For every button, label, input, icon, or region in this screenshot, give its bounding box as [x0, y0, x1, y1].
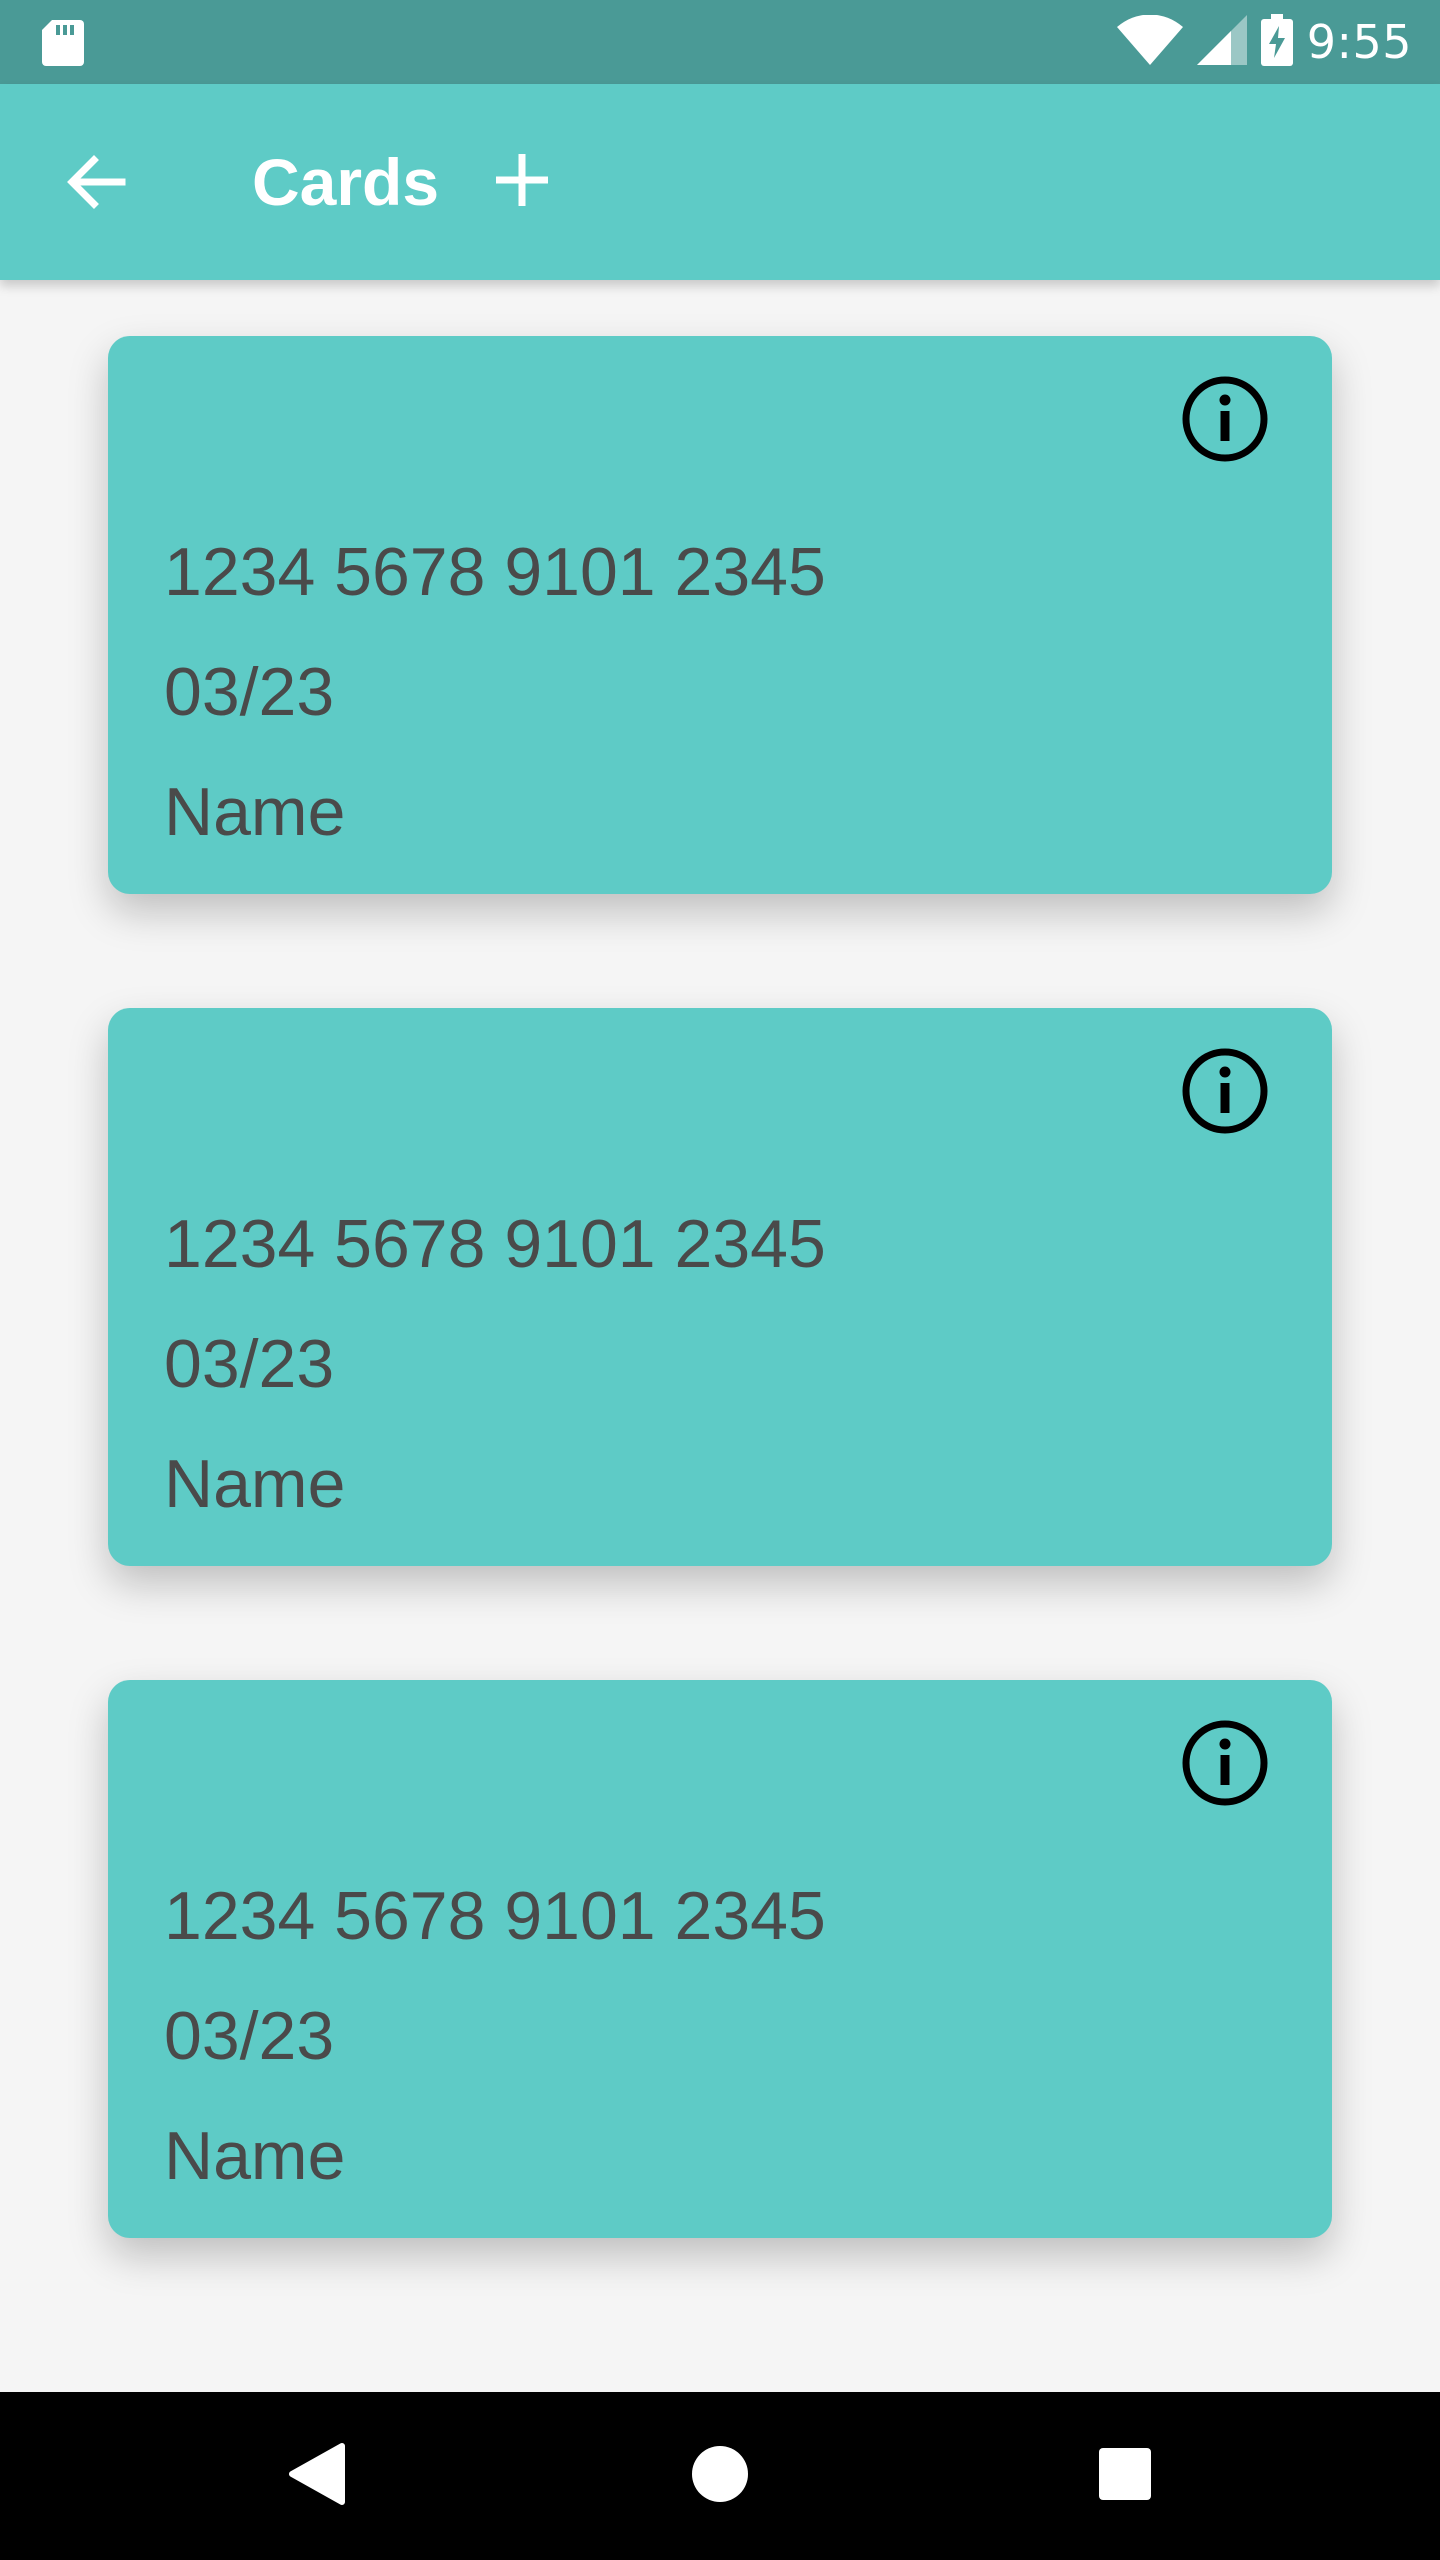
info-icon	[1181, 1719, 1269, 1811]
card-item[interactable]: 1234 5678 9101 2345 03/23 Name	[108, 1008, 1332, 1566]
card-holder-name: Name	[164, 2118, 346, 2194]
app-bar: Cards	[0, 84, 1440, 280]
info-icon	[1181, 375, 1269, 467]
back-triangle-icon	[286, 2442, 346, 2510]
card-expiry: 03/23	[164, 654, 335, 730]
info-icon	[1181, 1047, 1269, 1139]
status-bar: 9:55	[0, 0, 1440, 84]
card-holder-name: Name	[164, 1446, 346, 1522]
card-info-button[interactable]	[1180, 376, 1270, 466]
status-time: 9:55	[1306, 15, 1412, 69]
plus-icon	[494, 152, 550, 212]
card-info-button[interactable]	[1180, 1048, 1270, 1138]
nav-recents-button[interactable]	[1085, 2436, 1165, 2516]
card-number: 1234 5678 9101 2345	[164, 1206, 826, 1282]
card-expiry: 03/23	[164, 1326, 335, 1402]
card-holder-name: Name	[164, 774, 346, 850]
system-nav-bar	[0, 2392, 1440, 2560]
wifi-icon	[1116, 14, 1183, 69]
page-title: Cards	[252, 145, 440, 219]
card-item[interactable]: 1234 5678 9101 2345 03/23 Name	[108, 1680, 1332, 2238]
sd-card-icon	[42, 18, 84, 66]
arrow-back-icon	[66, 152, 126, 216]
add-card-button[interactable]	[484, 144, 560, 220]
battery-charging-icon	[1260, 14, 1293, 70]
home-circle-icon	[690, 2444, 750, 2508]
card-info-button[interactable]	[1180, 1720, 1270, 1810]
recents-square-icon	[1097, 2446, 1153, 2506]
signal-icon	[1196, 15, 1247, 69]
card-number: 1234 5678 9101 2345	[164, 534, 826, 610]
nav-back-button[interactable]	[276, 2436, 356, 2516]
card-number: 1234 5678 9101 2345	[164, 1878, 826, 1954]
card-expiry: 03/23	[164, 1998, 335, 2074]
back-button[interactable]	[60, 148, 132, 220]
nav-home-button[interactable]	[680, 2436, 760, 2516]
card-item[interactable]: 1234 5678 9101 2345 03/23 Name	[108, 336, 1332, 894]
